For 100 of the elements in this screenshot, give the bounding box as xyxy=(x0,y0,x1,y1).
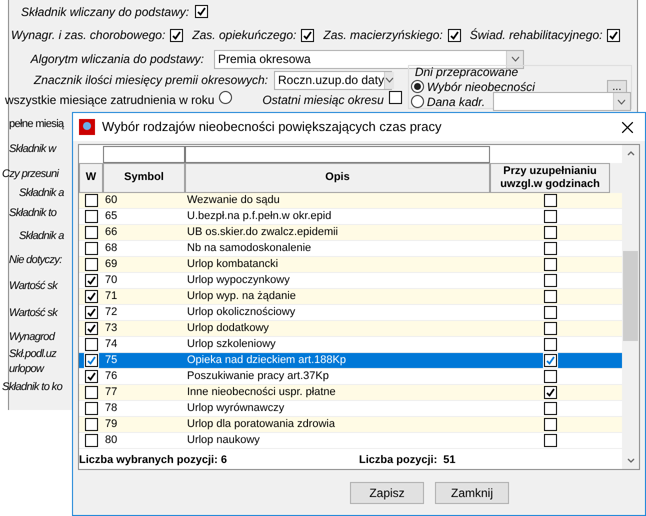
checkbox[interactable] xyxy=(388,91,402,104)
checkbox[interactable] xyxy=(544,226,556,239)
checkbox[interactable] xyxy=(195,5,208,18)
browse-button[interactable]: ... xyxy=(606,80,627,94)
group-label: Dni przepracowane xyxy=(414,66,520,79)
checkbox[interactable] xyxy=(84,290,98,303)
table-cell-text: 65 xyxy=(104,208,118,224)
checkbox[interactable] xyxy=(448,28,461,42)
table-cell-text: Urlop naukowy xyxy=(186,432,261,448)
filter-field[interactable] xyxy=(185,146,490,164)
checkbox[interactable] xyxy=(84,386,98,399)
checkbox[interactable] xyxy=(84,338,98,351)
close-icon[interactable] xyxy=(622,122,633,132)
checkbox[interactable] xyxy=(301,28,314,42)
table-cell-text: 71 xyxy=(104,288,118,304)
algorithm-select[interactable]: Premia okresowa xyxy=(214,50,524,68)
table-row[interactable]: 75 Opieka nad dzieckiem art.188Kp xyxy=(79,352,622,369)
table-row[interactable]: 77 Inne nieobecności uspr. płatne xyxy=(79,384,622,401)
months-select[interactable]: Roczn.uzup.do daty xyxy=(274,70,392,90)
checkbox[interactable] xyxy=(84,274,98,287)
checkbox[interactable] xyxy=(544,370,556,383)
table-row[interactable]: 68 Nb na samodoskonalenie xyxy=(79,240,622,257)
table-cell-text: Urlop szkoleniowy xyxy=(186,336,277,352)
checkbox[interactable] xyxy=(170,28,184,42)
table-row[interactable]: 76 Poszukiwanie pracy art.37Kp xyxy=(79,368,622,385)
checkbox[interactable] xyxy=(84,194,98,207)
checkbox[interactable] xyxy=(84,434,98,447)
option-label: Dana kadr. xyxy=(426,94,486,110)
dialog-button[interactable]: Zapisz xyxy=(350,482,424,504)
table-cell-text: Urlop wyrównawczy xyxy=(186,400,286,416)
checkbox[interactable] xyxy=(544,434,556,447)
filter-field[interactable] xyxy=(103,146,185,164)
field-label: Skł.podl.uz xyxy=(8,347,56,362)
checkbox[interactable] xyxy=(84,226,98,239)
column-header[interactable]: Opis xyxy=(185,163,490,193)
table-cell-text: 79 xyxy=(104,416,118,432)
table-cell-text: U.bezpł.na p.f.pełn.w okr.epid xyxy=(186,208,332,224)
table-cell-text: 78 xyxy=(104,400,118,416)
table-cell-text: Wezwanie do sądu xyxy=(186,192,281,208)
checkbox[interactable] xyxy=(84,370,98,383)
checkbox[interactable] xyxy=(544,402,556,415)
checkbox[interactable] xyxy=(84,210,98,223)
column-header[interactable]: W xyxy=(79,163,103,193)
table-cell-text: 69 xyxy=(104,256,118,272)
radio-button[interactable] xyxy=(219,91,232,104)
checkbox[interactable] xyxy=(607,28,620,42)
scroll-up-icon[interactable] xyxy=(626,151,634,156)
checkbox[interactable] xyxy=(544,386,556,399)
dialog-button[interactable]: Zamknij xyxy=(435,482,509,504)
checkbox[interactable] xyxy=(84,402,98,415)
checkbox[interactable] xyxy=(544,242,556,255)
checkbox[interactable] xyxy=(544,290,556,303)
checkbox[interactable] xyxy=(544,210,556,223)
checkbox[interactable] xyxy=(84,242,98,255)
table-row[interactable]: 71 Urlop wyp. na żądanie xyxy=(79,288,622,305)
radio-button[interactable] xyxy=(410,95,424,108)
scrollbar[interactable] xyxy=(622,145,639,469)
table-row[interactable]: 70 Urlop wypoczynkowy xyxy=(79,272,622,289)
table-cell-text: 60 xyxy=(104,192,118,208)
checkbox[interactable] xyxy=(544,306,556,319)
table-row[interactable]: 60 Wezwanie do sądu xyxy=(79,192,622,209)
table-row[interactable]: 78 Urlop wyrównawczy xyxy=(79,400,622,417)
table-row[interactable]: 74 Urlop szkoleniowy xyxy=(79,336,622,353)
table-row[interactable]: 79 Urlop dla poratowania zdrowia xyxy=(79,416,622,433)
scroll-down-icon[interactable] xyxy=(626,458,634,463)
checkbox[interactable] xyxy=(544,194,556,207)
checkbox[interactable] xyxy=(84,306,98,319)
column-header[interactable]: Symbol xyxy=(103,163,185,193)
checkbox[interactable] xyxy=(544,322,556,335)
table-cell-text: 70 xyxy=(104,272,118,288)
table-row[interactable]: 80 Urlop naukowy xyxy=(79,432,622,449)
field-label: pełne miesią xyxy=(8,116,64,132)
group-label: Składnik wliczany do podstawy: xyxy=(21,4,190,20)
check-label: Świad. rehabilitacyjnego: xyxy=(470,27,602,44)
status-text: Liczba pozycji: xyxy=(359,453,438,468)
field-label: urlopow xyxy=(8,362,44,378)
table-cell-text: 73 xyxy=(104,320,118,336)
checkbox[interactable] xyxy=(84,354,98,367)
checkbox[interactable] xyxy=(544,338,556,351)
table-row[interactable]: 72 Urlop okolicznościowy xyxy=(79,304,622,321)
field-label: Wynagrod xyxy=(8,330,54,345)
checkbox[interactable] xyxy=(544,354,556,367)
table-cell-text: Poszukiwanie pracy art.37Kp xyxy=(186,368,330,384)
table-row[interactable]: 66 UB os.skier.do zwalcz.epidemii xyxy=(79,224,622,241)
checkbox[interactable] xyxy=(84,322,98,335)
checkbox[interactable] xyxy=(544,418,556,431)
scroll-thumb[interactable] xyxy=(623,251,638,341)
caret-icon xyxy=(617,98,626,104)
radio-button[interactable] xyxy=(410,80,424,93)
window-title: Wybór rodzajów nieobecności powiększających czas pracy xyxy=(102,118,442,136)
column-header[interactable]: Przy uzupełnianiu uwzgl.w godzinach xyxy=(490,163,610,193)
table-row[interactable]: 73 Urlop dodatkowy xyxy=(79,320,622,337)
table-row[interactable]: 65 U.bezpł.na p.f.pełn.w okr.epid xyxy=(79,208,622,225)
table-cell-text: 80 xyxy=(104,432,118,448)
table-cell-text: Urlop wyp. na żądanie xyxy=(186,288,297,304)
checkbox[interactable] xyxy=(84,258,98,271)
table-row[interactable]: 69 Urlop kombatancki xyxy=(79,256,622,273)
checkbox[interactable] xyxy=(544,274,556,287)
checkbox[interactable] xyxy=(544,258,556,271)
checkbox[interactable] xyxy=(84,418,98,431)
